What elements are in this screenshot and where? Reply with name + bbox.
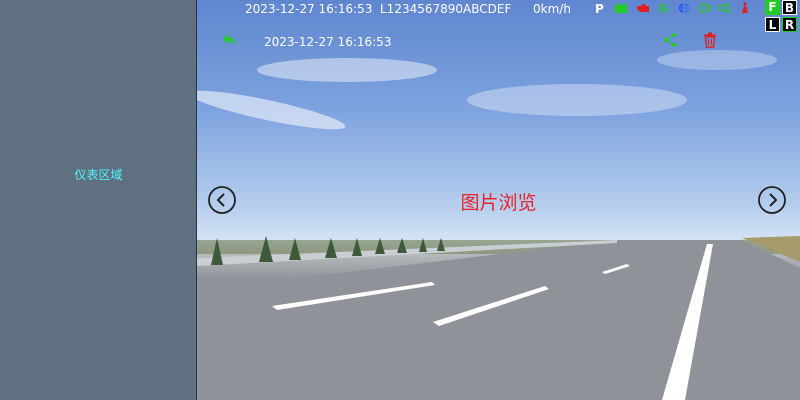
dashboard-area: 仪表区域	[0, 0, 197, 400]
back-indicator: B	[782, 0, 797, 15]
left-turn-icon	[698, 2, 712, 14]
previous-image-button[interactable]	[208, 186, 236, 214]
back-icon[interactable]	[222, 33, 238, 47]
chevron-right-icon	[769, 193, 778, 207]
front-indicator: F	[765, 0, 780, 15]
dashboard-area-label: 仪表区域	[74, 168, 123, 182]
right-indicator: R	[782, 17, 797, 32]
gear-indicator: P	[595, 2, 604, 16]
door-indicator: F B L R	[765, 0, 798, 34]
chevron-left-icon	[216, 193, 225, 207]
share-icon[interactable]	[663, 32, 678, 48]
seatbelt-icon	[742, 2, 748, 13]
photo-timestamp: 2023-12-27 16:16:53	[264, 35, 392, 49]
next-image-button[interactable]	[758, 186, 786, 214]
viewer-title: 图片浏览	[460, 192, 537, 214]
right-turn-icon	[718, 2, 732, 14]
low-beam-icon	[658, 2, 670, 14]
high-beam-icon	[678, 2, 689, 14]
left-indicator: L	[765, 17, 780, 32]
status-datetime: 2023-12-27 16:16:53	[245, 2, 373, 16]
battery-icon	[615, 3, 627, 13]
engine-warning-icon	[637, 4, 649, 12]
vehicle-plate: L1234567890ABCDEF	[380, 2, 512, 16]
trash-icon[interactable]	[703, 32, 717, 48]
vehicle-speed: 0km/h	[533, 2, 571, 16]
